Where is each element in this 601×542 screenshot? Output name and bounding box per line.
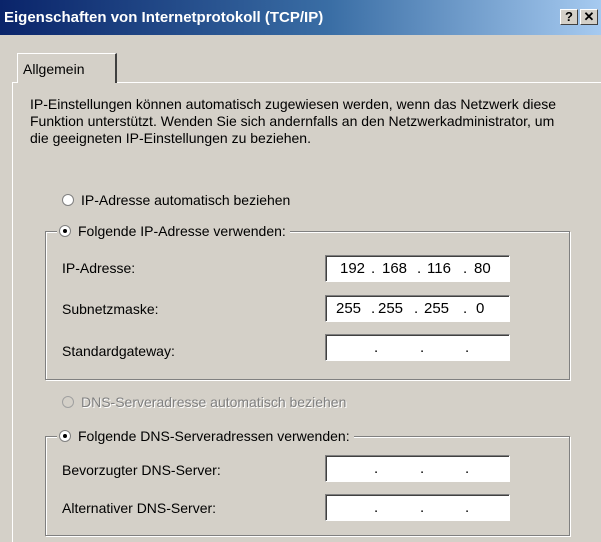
octet-separator: . [465,460,470,477]
ip-address-octet-4: 80 [474,260,491,277]
radio-ip-manual[interactable]: Folgende IP-Adresse verwenden: [57,222,290,240]
subnet-mask-field[interactable]: 255 . 255 . 255 . 0 [325,295,510,322]
help-icon: ? [565,9,573,24]
radio-ip-manual-label: Folgende IP-Adresse verwenden: [78,223,286,239]
subnet-mask-label: Subnetzmaske: [62,301,159,317]
octet-separator: . [420,499,425,516]
octet-separator: . [371,300,376,317]
ip-address-field[interactable]: 192 . 168 . 116 . 80 [325,255,510,282]
octet-separator: . [374,499,379,516]
ip-address-octet-1: 192 [340,260,366,277]
close-icon: ✕ [583,9,595,24]
preferred-dns-field[interactable]: . . . [325,455,510,482]
octet-separator: . [417,260,422,277]
octet-separator: . [371,260,376,277]
dns-group-box [45,436,570,536]
help-button[interactable]: ? [560,9,578,25]
alternate-dns-field[interactable]: . . . [325,494,510,521]
subnet-mask-octet-4: 0 [476,300,485,317]
subnet-mask-octet-1: 255 [336,300,362,317]
tab-allgemein[interactable]: Allgemein [17,53,117,83]
radio-ip-auto-label: IP-Adresse automatisch beziehen [81,192,291,208]
radio-ip-auto[interactable]: IP-Adresse automatisch beziehen [62,191,290,209]
alternate-dns-label: Alternativer DNS-Server: [62,500,217,516]
octet-separator: . [463,260,468,277]
octet-separator: . [414,300,419,317]
octet-separator: . [374,460,379,477]
radio-dns-manual[interactable]: Folgende DNS-Serveradressen verwenden: [57,427,354,445]
radio-dns-auto-label: DNS-Serveradresse automatisch beziehen [81,394,347,410]
octet-separator: . [420,339,425,356]
default-gateway-field[interactable]: . . . [325,334,510,361]
radio-dns-auto[interactable]: DNS-Serveradresse automatisch beziehen [62,393,346,411]
close-button[interactable]: ✕ [580,9,598,25]
octet-separator: . [420,460,425,477]
default-gateway-label: Standardgateway: [62,343,175,359]
octet-separator: . [465,499,470,516]
radio-ip-auto-indicator[interactable] [62,194,74,206]
radio-dns-manual-label: Folgende DNS-Serveradressen verwenden: [78,428,350,444]
tab-label: Allgemein [23,61,85,77]
radio-dns-manual-indicator[interactable] [59,430,71,442]
window-title: Eigenschaften von Internetprotokoll (TCP… [4,9,324,26]
subnet-mask-octet-2: 255 [378,300,404,317]
subnet-mask-octet-3: 255 [424,300,450,317]
preferred-dns-label: Bevorzugter DNS-Server: [62,462,221,478]
octet-separator: . [465,339,470,356]
title-bar[interactable]: Eigenschaften von Internetprotokoll (TCP… [0,0,601,35]
ip-address-octet-2: 168 [382,260,408,277]
radio-dns-auto-indicator[interactable] [62,396,74,408]
octet-separator: . [463,300,468,317]
description-text: IP-Einstellungen können automatisch zuge… [30,96,557,146]
ip-address-octet-3: 116 [427,260,451,277]
octet-separator: . [374,339,379,356]
ip-address-label: IP-Adresse: [62,260,136,276]
radio-ip-manual-indicator[interactable] [59,225,71,237]
